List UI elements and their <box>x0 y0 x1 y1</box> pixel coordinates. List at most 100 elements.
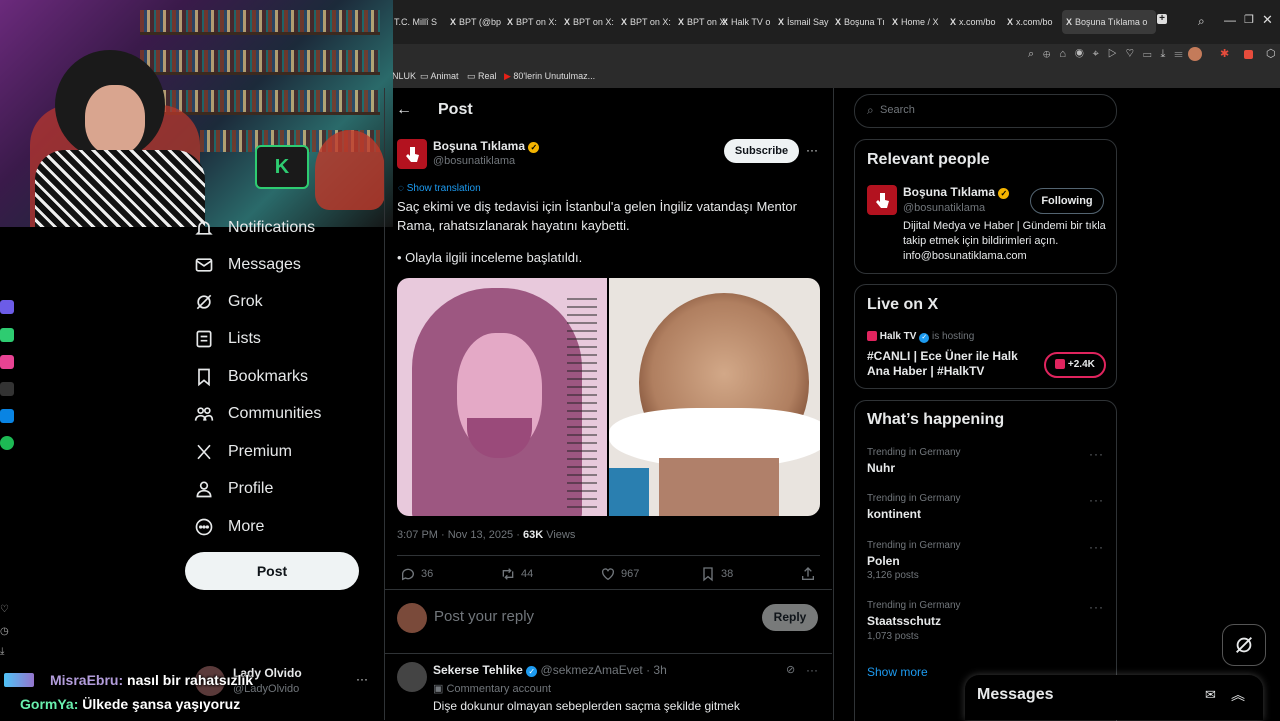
author-handle[interactable]: @bosunatiklama <box>433 155 515 167</box>
new-tab-icon[interactable]: + <box>1157 14 1167 24</box>
spotify-icon[interactable] <box>0 436 14 450</box>
commentary-icon: ▣ <box>433 683 447 695</box>
bookmark-item[interactable]: ▭ Real <box>467 71 497 82</box>
trend-more-icon[interactable]: ··· <box>1089 493 1104 507</box>
author-avatar[interactable] <box>397 139 427 169</box>
account-more-icon[interactable]: ··· <box>356 672 368 686</box>
page-title: Post <box>438 101 473 118</box>
browser-tab[interactable]: T.C. Millî S <box>394 10 446 34</box>
trend-item[interactable]: Polen <box>867 554 900 568</box>
reply-input[interactable]: Post your reply <box>434 608 534 625</box>
nav-lists[interactable]: Lists <box>194 325 261 353</box>
browser-tab[interactable]: X BPT on X: <box>621 10 673 34</box>
nav-messages[interactable]: Messages <box>194 251 301 279</box>
show-more-link[interactable]: Show more <box>867 665 928 679</box>
divider <box>385 653 832 654</box>
folder-icon: ▭ <box>420 71 431 81</box>
trend-category: Trending in Germany <box>867 493 961 504</box>
nav-profile[interactable]: Profile <box>194 475 273 503</box>
relevant-name[interactable]: Boşuna Tıklama ✓ <box>903 185 1010 199</box>
reply-action[interactable]: 36 <box>400 566 433 582</box>
back-arrow-icon[interactable]: ← <box>396 101 412 119</box>
heart-rail-icon[interactable]: ♡ <box>0 604 9 615</box>
browser-tab[interactable]: X Halk TV o <box>722 10 774 34</box>
close-window-icon[interactable]: ✕ <box>1262 12 1273 28</box>
reply-author-avatar[interactable] <box>397 662 427 692</box>
browser-tab[interactable]: X BPT on X: <box>507 10 559 34</box>
messages-drawer[interactable]: Messages ✉ ︽ <box>965 675 1263 720</box>
nav-premium[interactable]: Premium <box>194 438 292 466</box>
browser-tab[interactable]: Xx.com/bo <box>950 10 1002 34</box>
bookmark-icon <box>194 367 214 387</box>
user-avatar <box>397 603 427 633</box>
browser-toolbar: ⌕⊕⌂◉⌖▷♡▭⤓☰ ✱ ⬡ <box>392 44 1280 66</box>
following-button[interactable]: Following <box>1030 188 1104 214</box>
extensions-icon[interactable]: ⬡ <box>1266 47 1276 60</box>
live-listener-count[interactable]: +2.4K <box>1044 352 1106 378</box>
rail-app-icon[interactable] <box>0 300 14 314</box>
nav-communities[interactable]: Communities <box>194 400 321 428</box>
whats-happening-card: What’s happening Trending in Germany Nuh… <box>854 400 1117 721</box>
trend-more-icon[interactable]: ··· <box>1089 600 1104 614</box>
nav-notifications[interactable]: Notifications <box>194 214 315 242</box>
trend-item[interactable]: Staatsschutz <box>867 614 941 628</box>
live-host[interactable]: Halk TV ✓ is hosting <box>867 331 974 343</box>
x-app-icon[interactable] <box>0 382 14 396</box>
tweet-more-icon[interactable]: ··· <box>806 143 818 157</box>
browser-tab[interactable]: X Boşuna Tı <box>835 10 887 34</box>
tweet-image-passport[interactable] <box>397 278 607 516</box>
bell-icon <box>194 218 214 238</box>
repost-action[interactable]: 44 <box>500 566 533 582</box>
subscribe-button[interactable]: Subscribe <box>724 139 799 163</box>
tweet-image-hair-transplant[interactable] <box>609 278 820 516</box>
browser-tab[interactable]: X BPT on X: <box>564 10 616 34</box>
browser-tab[interactable]: X BPT (@bp <box>450 10 502 34</box>
download-rail-icon[interactable]: ⤓ <box>0 646 4 657</box>
trend-item[interactable]: kontinent <box>867 507 921 521</box>
profile-avatar-icon[interactable] <box>1188 47 1202 61</box>
post-button[interactable]: Post <box>185 552 359 590</box>
browser-tab-active[interactable]: X Boşuna Tıklama o <box>1062 10 1156 34</box>
toolbar-icons[interactable]: ⌕⊕⌂◉⌖▷♡▭⤓☰ <box>1028 48 1192 61</box>
minimize-icon[interactable]: — <box>1224 13 1236 27</box>
reply-author[interactable]: Sekerse Tehlike ✓ @sekmezAmaEvet · 3h <box>433 663 667 677</box>
bookmark-icon <box>703 567 713 582</box>
live-title[interactable]: #CANLI | Ece Üner ile Halk Ana Haber | #… <box>867 349 1037 379</box>
browser-tab[interactable]: X Home / X <box>892 10 944 34</box>
rail-app-icon[interactable] <box>0 328 14 342</box>
show-translation-link[interactable]: ◌ Show translation <box>398 183 481 194</box>
tweet-text: Saç ekimi ve diş tedavisi için İstanbul'… <box>397 199 797 233</box>
search-tabs-icon[interactable]: ⌕ <box>1198 14 1205 29</box>
bluesky-icon[interactable] <box>0 409 14 423</box>
like-action[interactable]: 967 <box>600 566 639 582</box>
browser-tab[interactable]: Xx.com/bo <box>1007 10 1059 34</box>
trend-item[interactable]: Nuhr <box>867 461 895 475</box>
bookmark-item[interactable]: ▭ Animat <box>420 71 459 82</box>
compose-message-icon[interactable]: ✉ <box>1205 687 1216 703</box>
restore-icon[interactable]: ❐ <box>1244 13 1254 26</box>
author-name[interactable]: Boşuna Tıklama ✓ <box>433 139 540 153</box>
trend-more-icon[interactable]: ··· <box>1089 447 1104 461</box>
relevant-avatar[interactable] <box>867 185 897 215</box>
reply-text: Dişe dokunur olmayan sebeplerden saçma ş… <box>433 699 740 713</box>
bookmark-action[interactable]: 38 <box>700 566 733 582</box>
bookmark-item[interactable]: ▶ 80'lerin Unutulmaz... <box>504 71 595 82</box>
search-input[interactable]: ⌕ Search <box>854 94 1117 128</box>
browser-tab[interactable]: X İsmail Say <box>778 10 830 34</box>
instagram-icon[interactable] <box>0 355 14 369</box>
history-rail-icon[interactable]: ◷ <box>0 626 9 637</box>
reply-more-icon[interactable]: ··· <box>806 663 818 677</box>
bookmark-item[interactable]: NLUK <box>392 71 416 81</box>
extension-icon[interactable]: ✱ <box>1220 47 1229 60</box>
webcam-overlay: K <box>0 0 393 227</box>
extension-icon[interactable] <box>1244 50 1253 59</box>
trend-more-icon[interactable]: ··· <box>1089 540 1104 554</box>
expand-chevron-icon[interactable]: ︽ <box>1231 685 1245 705</box>
nav-more[interactable]: More <box>194 513 264 541</box>
nav-bookmarks[interactable]: Bookmarks <box>194 363 308 391</box>
nav-grok[interactable]: Grok <box>194 288 263 316</box>
share-action[interactable] <box>800 566 821 582</box>
grok-icon[interactable]: ⊘ <box>786 663 795 676</box>
grok-floating-button[interactable] <box>1222 624 1266 666</box>
reply-button[interactable]: Reply <box>762 604 818 631</box>
